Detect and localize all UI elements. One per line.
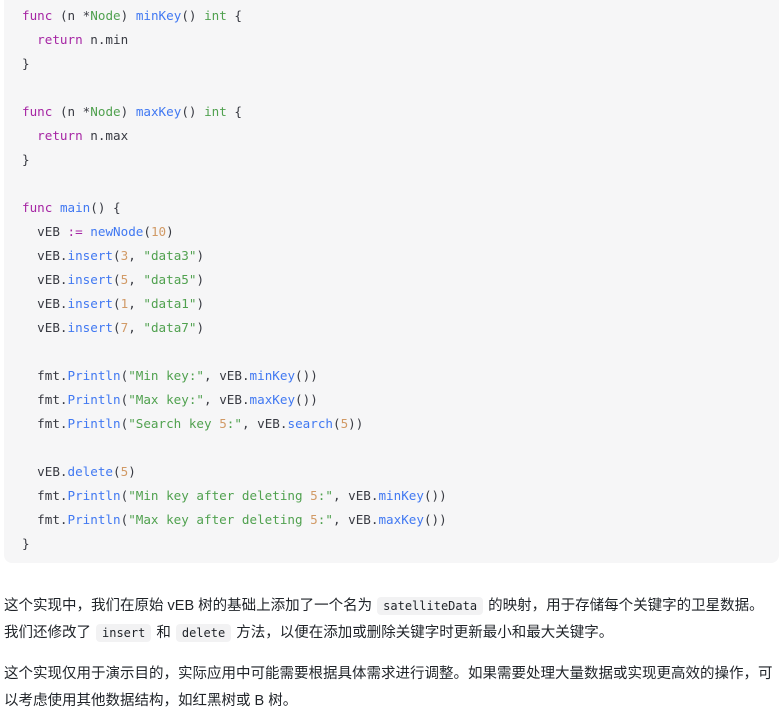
code-line: } [22,56,30,71]
paragraph-demo-disclaimer: 这个实现仅用于演示目的，实际应用中可能需要根据具体需求进行调整。如果需要处理大量… [4,665,773,709]
code-line: func main() { [22,200,121,215]
paragraph-implementation-notes: 这个实现中，我们在原始 vEB 树的基础上添加了一个名为 satelliteDat… [4,593,775,647]
code-line: fmt.Println("Min key after deleting 5:",… [37,488,447,503]
code-line: vEB.insert(1, "data1") [37,296,205,311]
code-line: vEB.insert(7, "data7") [37,320,205,335]
paragraph-1-text-part-3: 和 [156,624,171,641]
inline-code-satellitedata: satelliteData [377,596,484,615]
code-line: func (n *Node) minKey() int { [22,8,243,23]
inline-code-delete: delete [175,623,232,642]
code-line: fmt.Println("Min key:", vEB.minKey()) [37,368,318,383]
code-line: fmt.Println("Search key 5:", vEB.search(… [37,416,364,431]
code-line: vEB := newNode(10) [37,224,174,239]
code-line: return n.max [37,128,129,143]
code-line: vEB.insert(5, "data5") [37,272,205,287]
code-line: return n.min [37,32,129,47]
code-block: func (n *Node) minKey() int { return n.m… [4,0,779,563]
paragraph-1-text-part-4: 方法，以便在添加或删除关键字时更新最小和最大关键字。 [236,624,614,641]
code-line: } [22,536,30,551]
code-line: } [22,152,30,167]
inline-code-insert: insert [96,623,152,642]
code-line: fmt.Println("Max key:", vEB.maxKey()) [37,392,318,407]
code-content[interactable]: func (n *Node) minKey() int { return n.m… [4,0,779,556]
code-line: vEB.delete(5) [37,464,136,479]
paragraph-1-text-part-1: 这个实现中，我们在原始 vEB 树的基础上添加了一个名为 [4,597,373,614]
code-line: fmt.Println("Max key after deleting 5:",… [37,512,447,527]
code-line: func (n *Node) maxKey() int { [22,104,243,119]
code-line: vEB.insert(3, "data3") [37,248,205,263]
